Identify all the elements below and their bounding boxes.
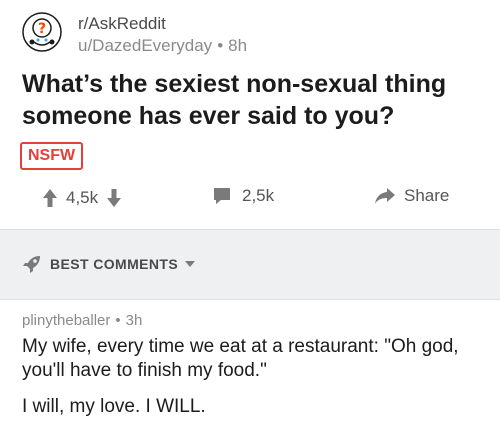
comment: plinytheballer • 3h My wife, every time we…	[22, 312, 492, 419]
caret-down-icon	[184, 260, 196, 268]
sort-label: BEST COMMENTS	[50, 256, 179, 272]
comments-count: 2,5k	[242, 186, 275, 205]
comments-button[interactable]: 2,5k	[212, 186, 274, 206]
vote-count: 4,5k	[66, 188, 99, 207]
post-age: 8h	[228, 36, 248, 55]
sort-dropdown[interactable]: BEST COMMENTS	[22, 254, 196, 274]
comment-sort-bar: BEST COMMENTS	[0, 229, 500, 300]
post-author[interactable]: u/DazedEveryday	[78, 36, 212, 55]
meta-separator: •	[217, 36, 224, 55]
comment-text-line1: My wife, every time we eat at a restaura…	[22, 336, 459, 381]
comment-bubble-icon	[212, 186, 232, 206]
comment-age: 3h	[125, 312, 143, 329]
comment-meta: plinytheballer • 3h	[22, 312, 492, 329]
comment-body: My wife, every time we eat at a restaura…	[22, 335, 492, 419]
svg-text:?: ?	[38, 21, 46, 37]
vote-group: 4,5k	[42, 186, 122, 210]
share-label: Share	[404, 186, 450, 205]
upvote-arrow-icon[interactable]	[42, 188, 58, 208]
askreddit-icon[interactable]: ?	[22, 12, 62, 52]
post-header: ? r/AskReddit u/DazedEveryday • 8h	[22, 10, 482, 60]
downvote-arrow-icon[interactable]	[106, 188, 122, 208]
comment-separator: •	[115, 312, 121, 329]
subreddit-name[interactable]: r/AskReddit	[78, 14, 166, 34]
comment-text-line2: I will, my love. I WILL.	[22, 396, 206, 417]
comment-author[interactable]: plinytheballer	[22, 312, 110, 329]
post-actions: 4,5k 2,5k Share	[0, 180, 500, 216]
share-arrow-icon	[374, 186, 396, 206]
nsfw-badge: NSFW	[20, 142, 84, 170]
post-meta: u/DazedEveryday • 8h	[78, 36, 247, 56]
share-button[interactable]: Share	[374, 186, 449, 206]
rocket-icon	[22, 254, 42, 274]
post-title[interactable]: What’s the sexiest non-sexual thing some…	[22, 68, 482, 132]
